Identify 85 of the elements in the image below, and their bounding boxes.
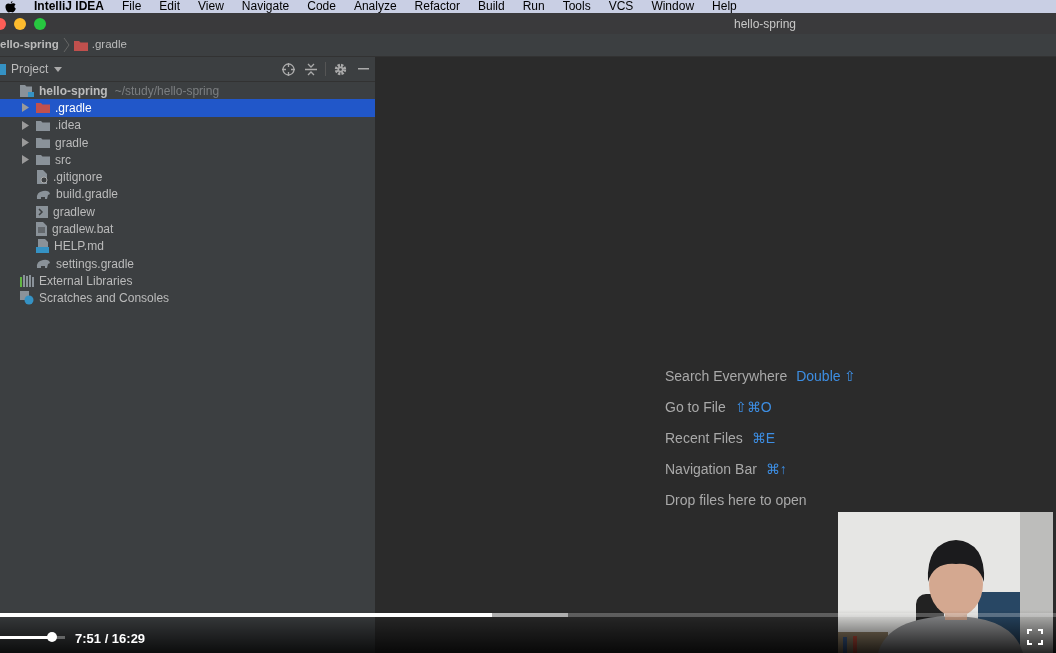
tree-item[interactable]: src — [0, 151, 375, 169]
collapse-all-icon[interactable] — [305, 62, 317, 76]
expand-arrow-icon[interactable] — [21, 120, 29, 130]
shortcut-hint: ⌘↑ — [765, 459, 787, 479]
apple-icon[interactable] — [5, 1, 16, 13]
text-file-icon — [36, 222, 47, 236]
minimize-window-button[interactable] — [14, 17, 26, 30]
hint-label: Recent Files — [665, 428, 743, 448]
menu-item[interactable]: View — [198, 0, 224, 13]
tree-item[interactable]: gradlew — [0, 203, 375, 221]
tree-item[interactable]: hello-spring ~/study/hello-spring — [0, 82, 375, 100]
menu-item[interactable]: Run — [522, 0, 545, 13]
menu-item[interactable]: Navigate — [241, 0, 290, 13]
menu-item[interactable]: Window — [651, 0, 695, 13]
menu-item[interactable]: VCS — [608, 0, 634, 13]
chevron-icon — [62, 38, 70, 52]
elephant-icon — [36, 258, 51, 270]
menu-item[interactable]: Analyze — [353, 0, 397, 13]
playback-time: 7:51 / 16:29 — [75, 630, 146, 648]
project-view-icon — [0, 63, 6, 75]
menu-item[interactable]: Code — [307, 0, 336, 13]
terminal-file-icon — [36, 205, 48, 218]
ignored-file-icon — [36, 170, 48, 185]
expand-arrow-icon[interactable] — [21, 155, 29, 165]
scratches-icon — [20, 291, 34, 306]
menu-item[interactable]: Build — [477, 0, 505, 13]
tree-item[interactable]: gradlew.bat — [0, 220, 375, 238]
tree-item[interactable]: .gradle — [0, 99, 375, 117]
dropdown-caret-icon[interactable] — [54, 66, 63, 72]
hint-label: Search Everywhere — [665, 366, 788, 386]
folder-icon — [36, 102, 50, 114]
settings-icon[interactable] — [334, 62, 347, 76]
elephant-icon — [36, 188, 51, 200]
fullscreen-icon[interactable] — [1027, 629, 1043, 645]
tree-item[interactable]: External Libraries — [0, 272, 375, 290]
hint-label: Navigation Bar — [665, 459, 757, 479]
locate-icon[interactable] — [282, 62, 295, 76]
shortcut-hint: ⌘E — [751, 428, 776, 448]
tree-item-label: hello-spring — [39, 82, 108, 100]
breadcrumb-item[interactable]: ello-spring — [0, 36, 59, 54]
folder-icon — [73, 39, 88, 51]
volume-thumb[interactable] — [47, 632, 57, 642]
tree-item-label: gradlew — [53, 203, 96, 221]
tree-item-label: .idea — [55, 117, 82, 135]
libraries-icon — [20, 274, 34, 287]
expand-arrow-icon[interactable] — [21, 138, 29, 148]
menu-item[interactable]: Tools — [562, 0, 591, 13]
tree-item-label: .gradle — [55, 99, 92, 117]
tree-item[interactable]: build.gradle — [0, 185, 375, 204]
markdown-file-icon — [36, 239, 49, 254]
menu-item[interactable]: File — [122, 0, 142, 13]
tree-item-label: HELP.md — [54, 238, 104, 256]
hint-label: Go to File — [665, 397, 726, 417]
folder-icon — [36, 154, 50, 166]
tree-item-path: ~/study/hello-spring — [114, 82, 220, 100]
progress-track[interactable] — [0, 613, 1056, 617]
tree-item[interactable]: gradle — [0, 133, 375, 152]
tree-item[interactable]: .idea — [0, 116, 375, 134]
tree-item-label: build.gradle — [56, 186, 119, 204]
panel-title[interactable]: Project — [11, 60, 49, 78]
tree-item-label: External Libraries — [39, 272, 133, 290]
tree-item-label: src — [55, 151, 71, 169]
shortcut-hint: ⇧⌘O — [734, 397, 772, 417]
menu-item[interactable]: Help — [712, 0, 737, 13]
hint-label: Drop files here to open — [665, 490, 807, 510]
module-folder-icon — [20, 84, 34, 97]
folder-icon — [36, 137, 50, 149]
menu-item[interactable]: Refactor — [414, 0, 460, 13]
folder-icon — [36, 119, 50, 131]
tree-item[interactable]: .gitignore — [0, 168, 375, 186]
maximize-window-button[interactable] — [34, 17, 46, 30]
tree-item[interactable]: settings.gradle — [0, 254, 375, 273]
tree-item-label: .gitignore — [53, 169, 103, 187]
volume-slider[interactable] — [0, 632, 65, 642]
tree-item-label: Scratches and Consoles — [39, 290, 170, 308]
menu-item[interactable]: IntelliJ IDEA — [34, 0, 104, 13]
breadcrumb-item[interactable]: .gradle — [91, 36, 127, 54]
tree-item[interactable]: Scratches and Consoles — [0, 289, 375, 307]
tree-item-label: gradle — [55, 134, 89, 152]
tree-item-label: gradlew.bat — [52, 221, 114, 239]
tree-item[interactable]: HELP.md — [0, 237, 375, 255]
menu-item[interactable]: Edit — [159, 0, 181, 13]
window-title: hello-spring — [734, 15, 797, 33]
shortcut-hint: Double ⇧ — [796, 366, 857, 386]
tree-item-label: settings.gradle — [56, 255, 135, 273]
